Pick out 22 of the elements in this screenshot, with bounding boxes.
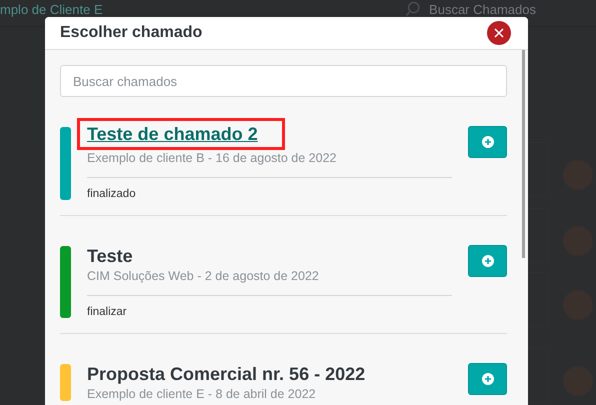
plus-circle-icon: [482, 136, 494, 148]
ticket-status: finalizar: [87, 306, 128, 318]
plus-circle-icon: [482, 255, 494, 267]
scrollbar[interactable]: [522, 50, 525, 258]
ticket-title[interactable]: Teste de chamado 2: [87, 124, 258, 145]
ticket-subtitle: Exemplo de cliente B - 16 de agosto de 2022: [87, 151, 338, 165]
ticket-subtitle: CIM Soluções Web - 2 de agosto de 2022: [87, 269, 320, 283]
close-button[interactable]: [487, 21, 511, 45]
ticket-title[interactable]: Proposta Comercial nr. 56 - 2022: [87, 364, 366, 385]
client-name: mplo de Cliente E: [0, 2, 103, 17]
search-field[interactable]: Buscar chamados: [60, 65, 507, 97]
modal-title: Escolher chamado: [60, 24, 202, 42]
plus-circle-icon: [482, 373, 494, 385]
search-label: Buscar Chamados: [429, 2, 536, 16]
ticket-subtitle: Exemplo de cliente E - 8 de abril de 2022: [87, 387, 317, 401]
ticket-title[interactable]: Teste: [87, 246, 133, 267]
ticket-status: finalizado: [87, 188, 137, 200]
search-icon: [405, 1, 422, 17]
close-icon: [494, 28, 504, 38]
add-button[interactable]: [468, 245, 507, 277]
add-button[interactable]: [468, 363, 507, 395]
add-button[interactable]: [468, 126, 507, 158]
